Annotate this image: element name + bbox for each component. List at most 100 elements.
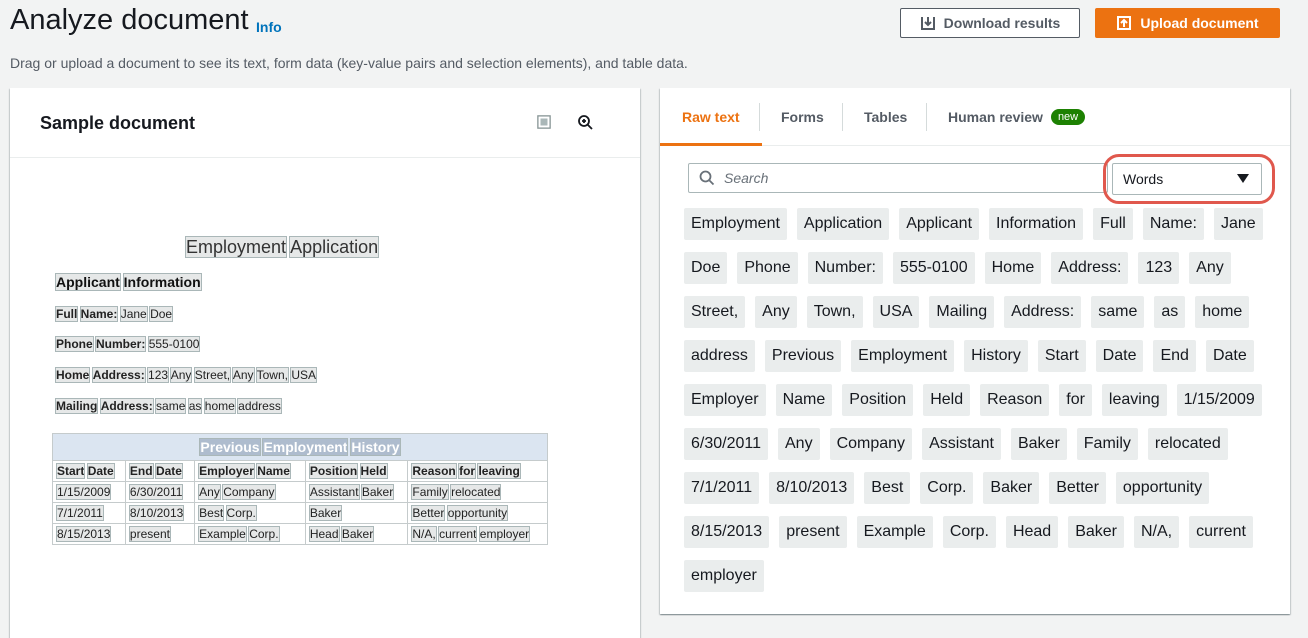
detected-word-box[interactable]: 8/10/2013 [128, 505, 185, 521]
search-input[interactable] [724, 170, 1084, 186]
detected-word-box[interactable]: Example [198, 526, 247, 542]
word-chip[interactable]: Full [1093, 208, 1133, 240]
info-link[interactable]: Info [256, 19, 282, 35]
word-chip[interactable]: History [964, 340, 1028, 372]
detected-word-box[interactable]: 6/30/2011 [128, 484, 184, 500]
detected-word-box[interactable]: Employment [184, 236, 288, 258]
word-chip[interactable]: N/A, [1133, 516, 1180, 548]
detected-word-box[interactable]: Application [289, 236, 380, 258]
detected-word-box[interactable]: current [438, 526, 478, 542]
word-chip[interactable]: Held [923, 384, 971, 416]
detected-word-box[interactable]: for [458, 463, 477, 479]
word-chip[interactable]: Corp. [920, 472, 974, 504]
word-chip[interactable]: Any [755, 296, 797, 328]
word-chip[interactable]: Date [1095, 340, 1144, 372]
detected-word-box[interactable]: Date [154, 463, 183, 479]
detected-word-box[interactable]: Number: [95, 336, 147, 352]
detected-word-box[interactable]: 1/15/2009 [55, 484, 112, 500]
word-chip[interactable]: Address: [1051, 252, 1129, 284]
detected-word-box[interactable]: USA [290, 367, 318, 383]
search-box[interactable] [688, 163, 1108, 193]
word-chip[interactable]: Name [775, 384, 833, 416]
word-chip[interactable]: address [684, 340, 755, 372]
granularity-select[interactable]: Words [1112, 163, 1262, 195]
detected-word-box[interactable]: Information [122, 273, 202, 291]
detected-word-box[interactable]: Phone [55, 336, 94, 352]
detected-word-box[interactable]: 8/15/2013 [55, 526, 112, 542]
word-chip[interactable]: 123 [1138, 252, 1180, 284]
detected-word-box[interactable]: 555-0100 [147, 336, 201, 352]
word-chip[interactable]: Address: [1004, 296, 1082, 328]
word-chip[interactable]: End [1153, 340, 1196, 372]
word-chip[interactable]: Position [842, 384, 914, 416]
word-chip[interactable]: as [1154, 296, 1186, 328]
detected-word-box[interactable]: Held [359, 463, 388, 479]
tab-forms[interactable]: Forms [759, 88, 846, 146]
word-chip[interactable]: Employment [684, 208, 787, 240]
detected-word-box[interactable]: Corp. [248, 526, 280, 542]
detected-word-box[interactable]: Full [54, 306, 79, 322]
word-chip[interactable]: Home [984, 252, 1042, 284]
word-chip[interactable]: present [779, 516, 847, 548]
detected-word-box[interactable]: Name: [79, 306, 119, 322]
word-chip[interactable]: Jane [1213, 208, 1263, 240]
word-chip[interactable]: Name: [1142, 208, 1204, 240]
detected-word-box[interactable]: Baker [340, 526, 375, 542]
detected-word-box[interactable]: Company [222, 484, 276, 500]
detected-word-box[interactable]: End [128, 463, 154, 479]
word-chip[interactable]: Application [796, 208, 890, 240]
tab-human-review[interactable]: Human review new [926, 88, 1107, 146]
detected-word-box[interactable]: Any [198, 484, 221, 500]
detected-word-box[interactable]: Address: [99, 398, 154, 414]
word-chip[interactable]: 8/10/2013 [769, 472, 855, 504]
word-chip[interactable]: home [1195, 296, 1250, 328]
word-chip[interactable]: Corp. [942, 516, 996, 548]
word-chip[interactable]: same [1091, 296, 1145, 328]
detected-word-box[interactable]: Name [256, 463, 291, 479]
word-chip[interactable]: leaving [1101, 384, 1167, 416]
download-results-button[interactable]: Download results [900, 8, 1080, 38]
word-chip[interactable]: 555-0100 [892, 252, 975, 284]
word-chip[interactable]: Employer [684, 384, 766, 416]
tab-raw-text[interactable]: Raw text [660, 88, 762, 146]
word-chip[interactable]: Baker [1010, 428, 1067, 460]
detected-word-box[interactable]: Doe [149, 306, 174, 322]
word-chip[interactable]: Any [1189, 252, 1231, 284]
word-chip[interactable]: USA [872, 296, 920, 328]
zoom-in-icon[interactable] [575, 112, 595, 132]
detected-word-box[interactable]: Best [198, 505, 225, 521]
word-chip[interactable]: Company [829, 428, 913, 460]
detected-word-box[interactable]: address [237, 398, 282, 414]
word-chip[interactable]: current [1189, 516, 1253, 548]
word-chip[interactable]: Baker [1068, 516, 1124, 548]
detected-word-box[interactable]: relocated [450, 484, 502, 500]
word-chip[interactable]: Phone [737, 252, 798, 284]
detected-word-box[interactable]: Mailing [54, 398, 99, 414]
word-chip[interactable]: Date [1205, 340, 1254, 372]
detected-word-box[interactable]: Jane [119, 306, 148, 322]
word-chip[interactable]: Doe [684, 252, 728, 284]
word-chip[interactable]: Applicant [899, 208, 980, 240]
detected-word-box[interactable]: employer [478, 526, 531, 542]
word-chip[interactable]: Family [1076, 428, 1138, 460]
word-chip[interactable]: Number: [807, 252, 883, 284]
word-chip[interactable]: Any [778, 428, 820, 460]
tab-tables[interactable]: Tables [842, 88, 929, 146]
word-chip[interactable]: Head [1005, 516, 1059, 548]
detected-word-box[interactable]: opportunity [446, 505, 509, 521]
word-chip[interactable]: Start [1037, 340, 1086, 372]
detected-word-box[interactable]: Employer [198, 463, 255, 479]
detected-word-box[interactable]: History [350, 438, 401, 456]
word-chip[interactable]: Better [1049, 472, 1106, 504]
word-chip[interactable]: 6/30/2011 [684, 428, 768, 460]
detected-word-box[interactable]: leaving [477, 463, 521, 479]
word-chip[interactable]: Reason [980, 384, 1050, 416]
word-chip[interactable]: relocated [1147, 428, 1228, 460]
detected-word-box[interactable]: Head [308, 526, 340, 542]
word-chip[interactable]: Previous [764, 340, 842, 372]
detected-word-box[interactable]: N/A, [411, 526, 437, 542]
word-chip[interactable]: 7/1/2011 [684, 472, 760, 504]
detected-word-box[interactable]: Start [55, 463, 86, 479]
word-chip[interactable]: 8/15/2013 [684, 516, 770, 548]
detected-word-box[interactable]: Assistant [308, 484, 360, 500]
